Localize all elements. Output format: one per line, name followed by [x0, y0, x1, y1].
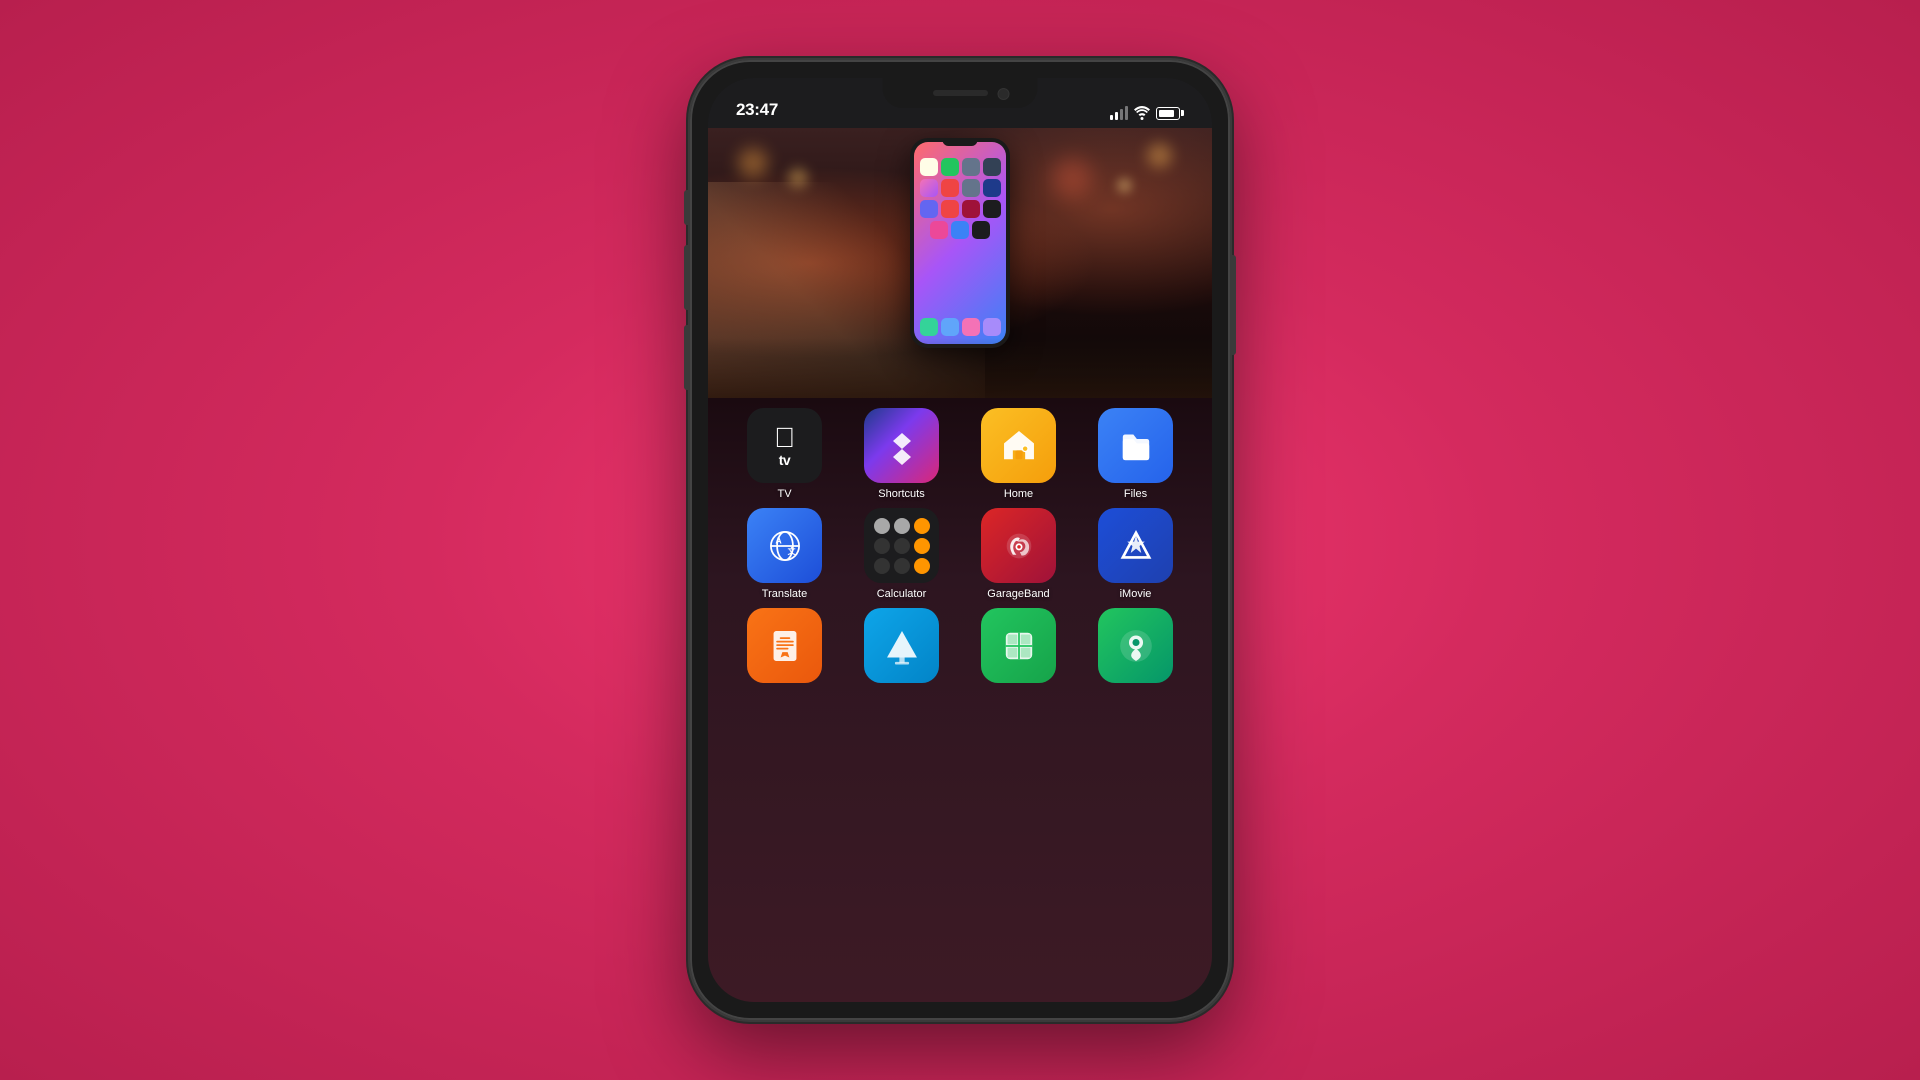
app-icon-findmy	[1098, 608, 1173, 683]
app-icon-calculator	[864, 508, 939, 583]
wifi-icon	[1134, 106, 1150, 120]
app-item-garageband[interactable]: GarageBand	[966, 508, 1071, 600]
shortcuts-svg	[881, 425, 923, 467]
phone-in-video	[910, 138, 1010, 348]
power-button[interactable]	[1232, 255, 1236, 355]
findmy-svg	[1114, 624, 1158, 668]
speaker	[933, 90, 988, 96]
video-background	[708, 128, 1212, 398]
app-icon-garageband	[981, 508, 1056, 583]
video-player[interactable]	[708, 128, 1212, 398]
home-svg	[997, 424, 1041, 468]
app-label-home: Home	[1004, 488, 1033, 500]
pages-svg	[763, 624, 807, 668]
app-item-tv[interactable]:  tv TV	[732, 408, 837, 500]
app-label-translate: Translate	[762, 588, 807, 600]
imovie-svg	[1114, 524, 1158, 568]
app-icon-pages	[747, 608, 822, 683]
volume-down-button[interactable]	[684, 325, 688, 390]
app-icon-numbers	[981, 608, 1056, 683]
tv-text: tv	[779, 452, 790, 468]
app-label-shortcuts: Shortcuts	[878, 488, 924, 500]
keynote-svg	[880, 624, 924, 668]
app-item-imovie[interactable]: iMovie	[1083, 508, 1188, 600]
numbers-svg	[997, 624, 1041, 668]
app-label-calculator: Calculator	[877, 588, 927, 600]
app-icon-translate: A 文	[747, 508, 822, 583]
app-grid-row1:  tv TV Shortcuts	[728, 408, 1192, 500]
notch	[883, 78, 1038, 108]
signal-icon	[1110, 106, 1128, 120]
app-icon-home	[981, 408, 1056, 483]
app-item-pages[interactable]	[732, 608, 837, 683]
status-icons	[1110, 106, 1184, 120]
app-item-findmy[interactable]	[1083, 608, 1188, 683]
battery-icon	[1156, 107, 1184, 120]
iphone-screen: 23:47	[708, 78, 1212, 1002]
app-icon-imovie	[1098, 508, 1173, 583]
app-item-calculator[interactable]: Calculator	[849, 508, 954, 600]
app-item-numbers[interactable]	[966, 608, 1071, 683]
svg-text:A: A	[775, 535, 782, 545]
app-item-translate[interactable]: A 文 Translate	[732, 508, 837, 600]
app-label-garageband: GarageBand	[987, 588, 1049, 600]
translate-svg: A 文	[763, 524, 807, 568]
app-label-files: Files	[1124, 488, 1147, 500]
app-icon-tv:  tv	[747, 408, 822, 483]
volume-up-button[interactable]	[684, 245, 688, 310]
garageband-svg	[997, 524, 1041, 568]
app-grid-row2: A 文 Translate	[728, 508, 1192, 600]
app-icon-shortcuts	[864, 408, 939, 483]
app-icon-files	[1098, 408, 1173, 483]
mute-button[interactable]	[684, 190, 688, 225]
app-label-tv: TV	[777, 488, 791, 500]
status-time: 23:47	[736, 100, 778, 120]
app-grid-row3	[728, 608, 1192, 683]
svg-text:文: 文	[787, 545, 795, 555]
app-icon-keynote	[864, 608, 939, 683]
app-label-imovie: iMovie	[1120, 588, 1152, 600]
home-screen:  tv TV Shortcuts	[708, 398, 1212, 1002]
app-item-files[interactable]: Files	[1083, 408, 1188, 500]
front-camera	[998, 88, 1010, 100]
app-item-home[interactable]: Home	[966, 408, 1071, 500]
iphone-frame: 23:47	[690, 60, 1230, 1020]
app-item-shortcuts[interactable]: Shortcuts	[849, 408, 954, 500]
app-item-keynote[interactable]	[849, 608, 954, 683]
apple-logo: 	[774, 424, 795, 452]
files-svg	[1114, 424, 1158, 468]
